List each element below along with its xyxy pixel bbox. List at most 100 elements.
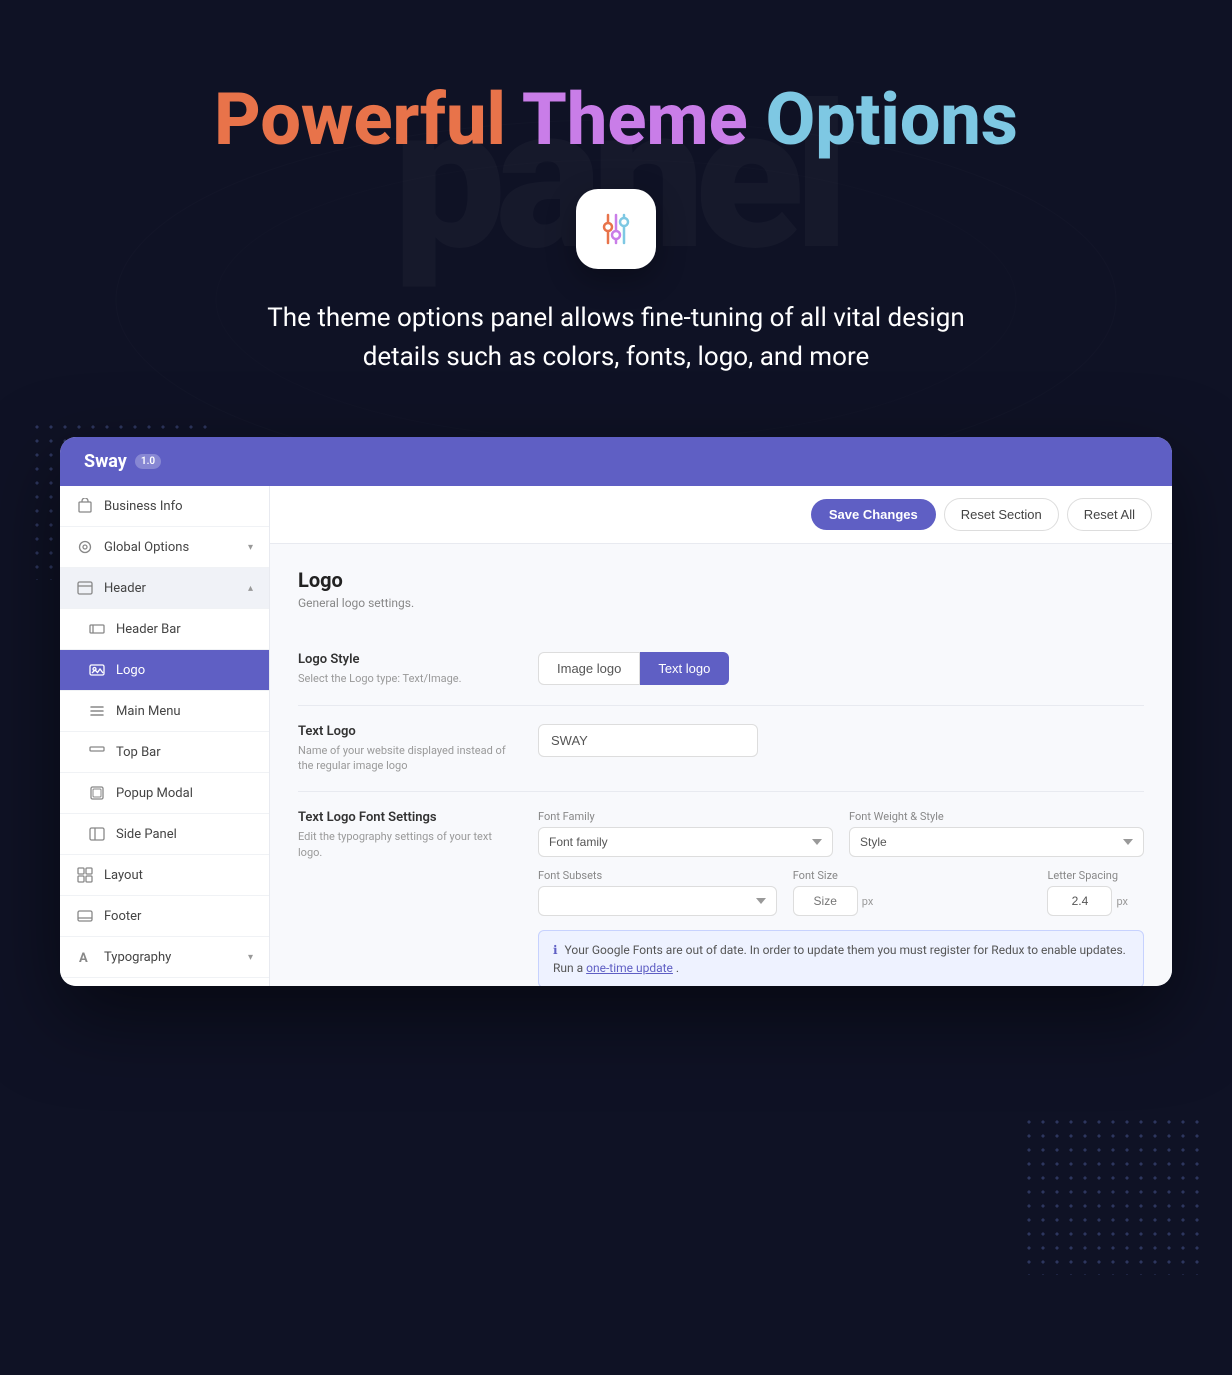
font-family-label: Font Family (538, 810, 833, 823)
logo-style-label: Logo Style (298, 652, 518, 667)
font-subsets-select[interactable] (538, 886, 777, 916)
logo-style-desc: Select the Logo type: Text/Image. (298, 671, 518, 686)
panel-brand: Sway (84, 451, 127, 472)
sidebar-label-main-menu: Main Menu (116, 704, 181, 719)
font-subsets-field: Font Subsets (538, 869, 777, 916)
setting-info-text-logo: Text Logo Name of your website displayed… (298, 724, 518, 774)
reset-section-button[interactable]: Reset Section (944, 498, 1059, 531)
text-logo-control (538, 724, 1144, 757)
sidebar-item-logo[interactable]: Logo (60, 650, 269, 691)
layout-icon (76, 866, 94, 884)
section-title: Logo (298, 568, 1144, 592)
dot-pattern-right (1022, 1115, 1202, 1275)
sidebar-item-header[interactable]: Header ▴ (60, 568, 269, 609)
notice-icon: ℹ (553, 943, 558, 957)
setting-row-text-logo: Text Logo Name of your website displayed… (298, 706, 1144, 793)
sidebar-item-header-left: Header (76, 579, 146, 597)
font-size-unit: px (862, 895, 874, 908)
font-size-label: Font Size (793, 869, 1032, 882)
hero-description: The theme options panel allows fine-tuni… (241, 299, 991, 377)
typography-icon: A (76, 948, 94, 966)
font-subsets-label: Font Subsets (538, 869, 777, 882)
section-subtitle: General logo settings. (298, 596, 1144, 610)
svg-text:A: A (79, 951, 88, 965)
sidebar-item-header-bar[interactable]: Header Bar (60, 609, 269, 650)
logo-style-text-btn[interactable]: Text logo (640, 652, 729, 685)
sidebar-item-popup-modal[interactable]: Popup Modal (60, 773, 269, 814)
global-options-icon (76, 538, 94, 556)
header-bar-icon (88, 620, 106, 638)
sidebar-label-popup-modal: Popup Modal (116, 786, 193, 801)
panel-body: Business Info Global Options ▾ (60, 486, 1172, 986)
sidebar-item-side-panel[interactable]: Side Panel (60, 814, 269, 855)
sidebar-item-layout[interactable]: Layout (60, 855, 269, 896)
theme-options-panel: Sway 1.0 Business Info Gl (60, 437, 1172, 986)
top-bar-icon (88, 743, 106, 761)
footer-icon (76, 907, 94, 925)
text-logo-desc: Name of your website displayed instead o… (298, 743, 518, 774)
sidebar-item-footer[interactable]: Footer (60, 896, 269, 937)
sidebar-item-portfolio[interactable]: Portfolio (60, 978, 269, 986)
panel-version: 1.0 (135, 454, 161, 469)
save-changes-button[interactable]: Save Changes (811, 499, 936, 530)
font-weight-select[interactable]: Style (849, 827, 1144, 857)
hero-title-word3: Options (766, 77, 1018, 162)
hero-title-word1: Powerful (214, 77, 506, 162)
font-settings-desc: Edit the typography settings of your tex… (298, 829, 518, 860)
popup-modal-icon (88, 784, 106, 802)
sidebar-item-main-menu[interactable]: Main Menu (60, 691, 269, 732)
font-grid: Font Family Font family Font Weight & St… (538, 810, 1144, 857)
sidebar-item-business-info[interactable]: Business Info (60, 486, 269, 527)
font-weight-label: Font Weight & Style (849, 810, 1144, 823)
header-chevron: ▴ (248, 583, 253, 594)
letter-spacing-input[interactable] (1047, 886, 1112, 916)
letter-spacing-label: Letter Spacing (1047, 869, 1128, 882)
sidebar-item-typography[interactable]: A Typography ▾ (60, 937, 269, 978)
hero-icon (576, 189, 656, 269)
font-weight-field: Font Weight & Style Style (849, 810, 1144, 857)
section-title-block: Logo General logo settings. (298, 568, 1144, 610)
setting-info-logo-style: Logo Style Select the Logo type: Text/Im… (298, 652, 518, 686)
font-row-bottom: Font Subsets Font Size px (538, 869, 1144, 916)
setting-info-font: Text Logo Font Settings Edit the typogra… (298, 810, 518, 860)
sidebar-label-footer: Footer (104, 909, 141, 924)
text-logo-input[interactable] (538, 724, 758, 757)
sidebar-item-global-options[interactable]: Global Options ▾ (60, 527, 269, 568)
setting-row-font-settings: Text Logo Font Settings Edit the typogra… (298, 792, 1144, 986)
google-fonts-notice: ℹ Your Google Fonts are out of date. In … (538, 930, 1144, 986)
hero-section: Powerful Theme Options The theme options… (0, 0, 1232, 437)
sidebar-label-layout: Layout (104, 868, 143, 883)
sidebar-label-header: Header (104, 581, 146, 596)
content-area: Logo General logo settings. Logo Style S… (270, 544, 1172, 986)
notice-link[interactable]: one-time update (586, 961, 673, 975)
global-options-chevron: ▾ (248, 542, 253, 553)
logo-style-image-btn[interactable]: Image logo (538, 652, 640, 685)
logo-style-control: Image logo Text logo (538, 652, 1144, 685)
sidebar-label-side-panel: Side Panel (116, 827, 177, 842)
letter-spacing-input-group: px (1047, 886, 1128, 916)
main-content: Save Changes Reset Section Reset All Log… (270, 486, 1172, 986)
business-info-icon (76, 497, 94, 515)
logo-icon (88, 661, 106, 679)
font-size-input[interactable] (793, 886, 858, 916)
sidebar-item-top-bar[interactable]: Top Bar (60, 732, 269, 773)
font-settings-label: Text Logo Font Settings (298, 810, 518, 825)
sidebar-label-business-info: Business Info (104, 499, 183, 514)
font-family-field: Font Family Font family (538, 810, 833, 857)
sidebar-item-global-left: Global Options (76, 538, 189, 556)
panel-wrapper: Sway 1.0 Business Info Gl (0, 437, 1232, 1066)
action-bar: Save Changes Reset Section Reset All (270, 486, 1172, 544)
reset-all-button[interactable]: Reset All (1067, 498, 1152, 531)
sidebar-label-typography: Typography (104, 950, 171, 965)
logo-style-toggle: Image logo Text logo (538, 652, 1144, 685)
font-size-input-group: px (793, 886, 1032, 916)
side-panel-icon (88, 825, 106, 843)
panel-header: Sway 1.0 (60, 437, 1172, 486)
header-icon (76, 579, 94, 597)
letter-spacing-field: Letter Spacing px (1047, 869, 1128, 916)
font-settings-control: Font Family Font family Font Weight & St… (538, 810, 1144, 986)
hero-title-word2: Theme (522, 77, 748, 162)
typography-chevron: ▾ (248, 952, 253, 963)
font-family-select[interactable]: Font family (538, 827, 833, 857)
text-logo-label: Text Logo (298, 724, 518, 739)
